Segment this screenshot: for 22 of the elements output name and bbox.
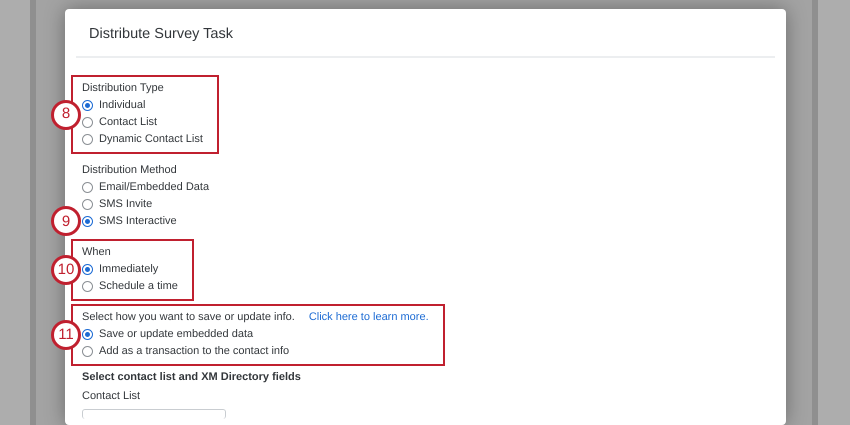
option-label: Dynamic Contact List (99, 132, 203, 147)
callout-marker: 8 (51, 100, 81, 130)
section-label: When (82, 245, 111, 260)
section-heading: Select contact list and XM Directory fields (82, 370, 302, 385)
section-label: Distribution Type (82, 81, 164, 96)
option-label: Schedule a time (99, 279, 178, 294)
section-label: Select how you want to save or update info. (82, 310, 295, 325)
option-label: Save or update embedded data (99, 327, 254, 342)
callout-marker: 11 (51, 320, 81, 350)
field-label: Contact List (82, 389, 142, 404)
section-label: Distribution Method (82, 163, 177, 178)
option-label: SMS Invite (99, 197, 152, 212)
option-label: Email/Embedded Data (99, 180, 210, 195)
option-label: Individual (99, 98, 146, 113)
option-label: Contact List (99, 115, 158, 130)
callout-marker: 9 (51, 206, 81, 236)
learn-more-link[interactable]: Click here to learn more. (308, 309, 429, 326)
option-label: SMS Interactive (99, 214, 177, 229)
dialog-title: Distribute Survey Task (89, 26, 234, 44)
option-label: Immediately (99, 262, 158, 277)
callout-marker: 10 (51, 255, 81, 285)
option-label: Add as a transaction to the contact info (99, 344, 290, 359)
